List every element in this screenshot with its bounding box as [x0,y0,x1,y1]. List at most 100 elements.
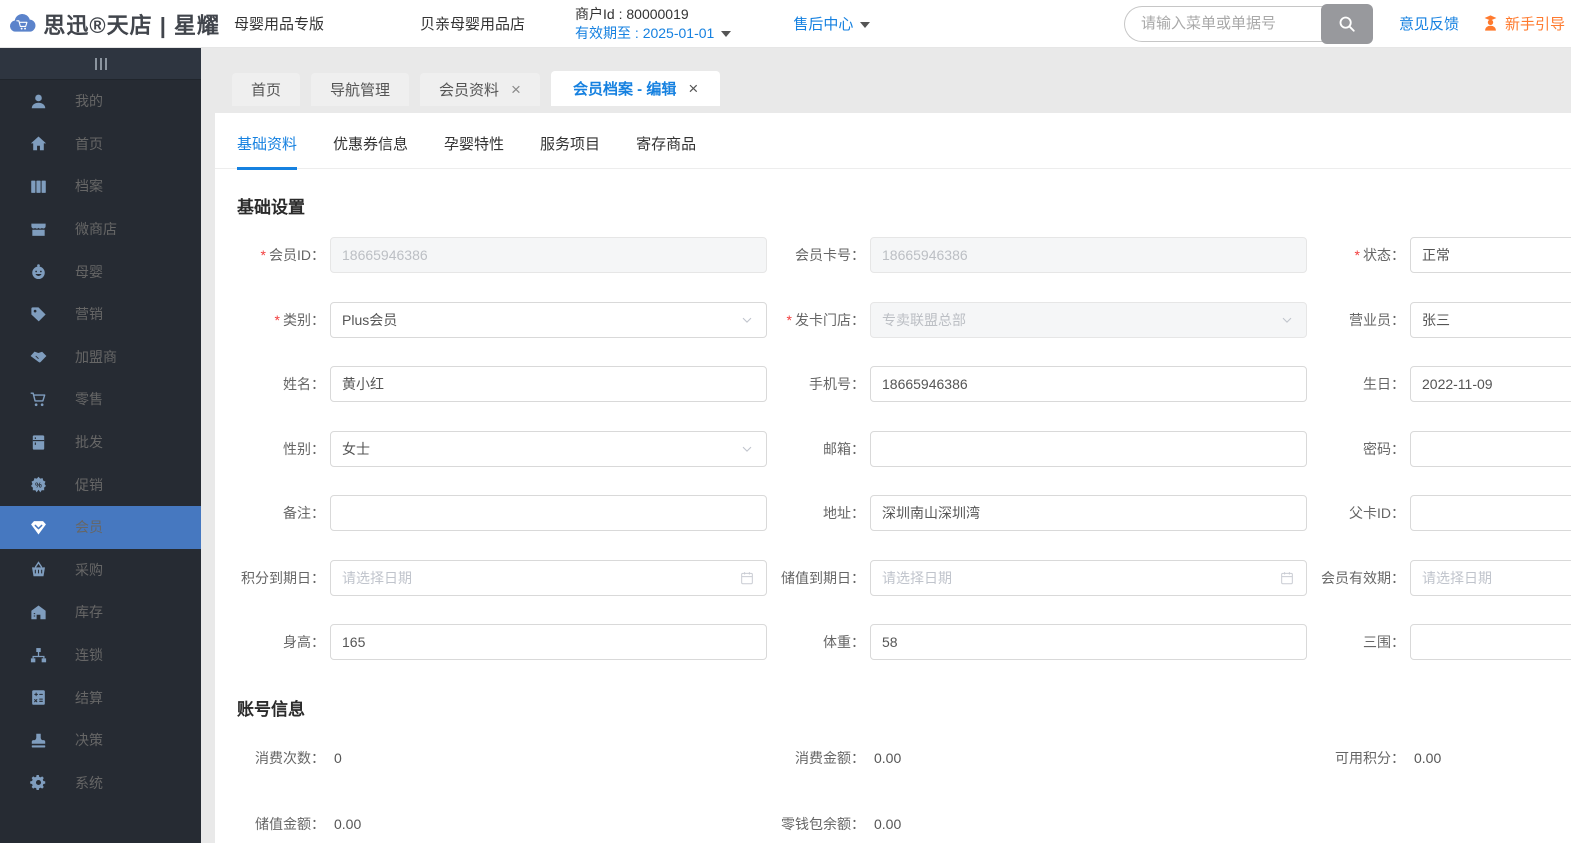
subtab-basic-info[interactable]: 基础资料 [237,133,298,170]
sidebar-item-marketing[interactable]: 营销 [0,293,201,336]
guide-link[interactable]: 新手引导 [1481,13,1565,34]
field-label-name: 姓名： [237,374,325,394]
sidebar-item-archives[interactable]: 档案 [0,165,201,208]
field-parent-card-id[interactable] [1410,495,1571,532]
workspace-tab-home[interactable]: 首页 [232,73,301,106]
sidebar-item-member[interactable]: 会员 [0,505,201,549]
field-value: 黄小红 [342,376,384,393]
field-group-birthday: 生日： 2022-11-09 [1307,366,1571,403]
field-group-salesclerk: 营业员： 张三 [1307,301,1571,338]
field-group-member-card-no: 会员卡号： 18665946386 [767,237,1307,274]
feedback-link[interactable]: 意见反馈 [1399,13,1459,34]
field-weight[interactable]: 58 [870,624,1307,661]
field-mobile[interactable]: 18665946386 [870,366,1307,403]
select-arrow-wrap [739,441,755,457]
form-row: 积分到期日： 请选择日期 储值到期日： 请选择日期 会员有效期： 请选择日期 [215,546,1571,611]
sidebar-item-label: 采购 [75,561,103,578]
gear-icon-wrap [29,773,49,793]
member-edit-panel: 基础资料 优惠券信息 孕婴特性 服务项目 寄存商品 基础设置 * 会员ID： 1866594… [215,113,1571,843]
global-search [1123,3,1373,44]
workspace-tab-member-archive-edit[interactable]: 会员档案 - 编辑 × [550,71,721,106]
field-remark[interactable] [330,495,767,532]
search-button[interactable] [1320,3,1373,44]
field-status[interactable]: 正常 [1410,237,1571,274]
field-name[interactable]: 黄小红 [330,366,767,403]
field-email[interactable] [870,430,1307,467]
field-gender[interactable]: 女士 [330,430,767,467]
field-label-address: 地址： [767,503,865,523]
field-password[interactable] [1410,430,1571,467]
field-value: 张三 [1422,311,1450,328]
field-label-measurements: 三围： [1307,632,1405,652]
sidebar-item-home[interactable]: 首页 [0,123,201,166]
field-address[interactable]: 深圳南山深圳湾 [870,495,1307,532]
field-salesclerk[interactable]: 张三 [1410,301,1571,338]
subtab-maternity-traits[interactable]: 孕婴特性 [444,133,504,168]
after-sale-menu[interactable]: 售后中心 [793,13,871,34]
form-row: 姓名： 黄小红 手机号： 18665946386 生日： 2022-11-09 [215,352,1571,417]
sidebar-item-label: 结算 [75,689,103,706]
field-label-text: 父卡ID： [1349,505,1405,522]
subtab-service-items[interactable]: 服务项目 [540,133,600,168]
calendar-icon [741,571,753,584]
section-title-basic: 基础设置 [237,198,305,217]
cart-icon [30,392,46,407]
field-group-remark: 备注： [237,495,767,532]
field-points-expiry-date[interactable]: 请选择日期 [330,559,767,596]
workspace-tab-nav-manage[interactable]: 导航管理 [311,73,410,106]
sidebar-item-franchise[interactable]: 加盟商 [0,336,201,379]
sidebar-item-retail[interactable]: 零售 [0,378,201,421]
sidebar-item-mother-baby[interactable]: 母婴 [0,250,201,293]
field-height[interactable]: 165 [330,624,767,661]
sidebar-item-micro-store[interactable]: 微商店 [0,208,201,251]
vip-diamond-icon [31,520,46,535]
handshake-icon-wrap [29,347,49,367]
subtab-stored-goods[interactable]: 寄存商品 [636,133,696,168]
field-label-member-validity: 会员有效期： [1307,568,1405,588]
field-value: 请选择日期 [342,569,412,586]
sidebar-item-wholesale[interactable]: 批发 [0,421,201,464]
sidebar-collapse-handle[interactable] [0,48,201,80]
field-group-name: 姓名： 黄小红 [237,366,767,403]
sidebar-item-mine[interactable]: 我的 [0,80,201,123]
vip-diamond-icon-wrap [29,517,49,537]
search-input[interactable] [1123,5,1327,42]
sidebar-item-decision[interactable]: 决策 [0,719,201,762]
merchant-id: 商户Id : 80000019 [575,5,689,22]
calculator-icon [32,690,45,705]
close-icon[interactable]: × [511,81,521,98]
store-icon [31,223,46,236]
chevron-down-icon [860,22,871,29]
close-icon[interactable]: × [688,80,698,97]
sidebar-item-label: 决策 [75,732,103,749]
sidebar-item-chain[interactable]: 连锁 [0,634,201,677]
field-label-text: 会员有效期： [1321,569,1405,586]
subtab-coupon-info[interactable]: 优惠券信息 [333,133,408,168]
basket-icon [32,561,45,577]
cloud-cart-logo-icon [9,13,36,32]
sidebar-item-label: 加盟商 [75,348,117,365]
field-value: 18665946386 [342,247,428,264]
field-measurements[interactable] [1410,624,1571,661]
required-asterisk: * [260,247,266,264]
stamp-icon-wrap [29,730,49,750]
sidebar-item-inventory[interactable]: 库存 [0,591,201,634]
sidebar-item-promotion[interactable]: % 促销 [0,463,201,506]
field-category[interactable]: Plus会员 [330,301,767,338]
sidebar-item-purchase[interactable]: 采购 [0,549,201,592]
sidebar-item-label: 连锁 [75,647,103,664]
field-label-mobile: 手机号： [767,374,865,394]
sidebar-item-settlement[interactable]: 结算 [0,676,201,719]
field-birthday[interactable]: 2022-11-09 [1410,366,1571,403]
sidebar-item-system[interactable]: 系统 [0,762,201,805]
validity-dropdown[interactable]: 有效期至 : 2025-01-01 [575,24,732,43]
field-member-validity[interactable]: 请选择日期 [1410,559,1571,596]
field-stored-value-expiry-date[interactable]: 请选择日期 [870,559,1307,596]
field-group-stored-value-expiry-date: 储值到期日： 请选择日期 [767,559,1307,596]
field-value: 18665946386 [882,376,968,393]
workspace-tab-member-info[interactable]: 会员资料 × [420,73,540,106]
merchant-info: 商户Id : 80000019 有效期至 : 2025-01-01 [575,5,732,43]
field-value: 女士 [342,440,370,457]
archive-icon-wrap [29,176,49,196]
edition-label: 母婴用品专版 [234,16,325,33]
